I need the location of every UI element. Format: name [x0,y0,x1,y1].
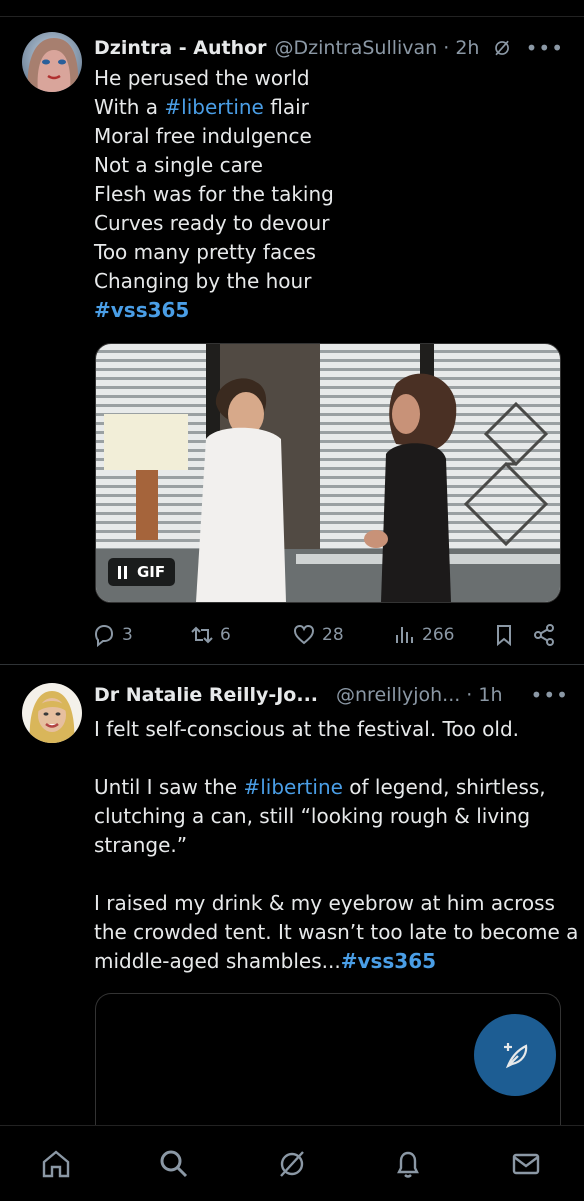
tweet-line: Too many pretty faces [94,240,316,264]
more-options-icon[interactable]: ••• [526,36,564,60]
author-handle[interactable]: @DzintraSullivan [275,37,438,59]
views-icon [396,627,413,643]
tweet-line: clutching a can, still “looking rough & … [94,804,531,828]
tweet-line: I raised my drink & my eyebrow at him ac… [94,891,555,915]
tweet[interactable]: Dzintra - Author @DzintraSullivan · 2h •… [0,28,584,665]
heart-icon [293,624,315,645]
repost-icon [191,626,213,644]
tweet-text: I felt self-conscious at the festival. T… [94,715,579,976]
tweet-text: He perused the world With a #libertine f… [94,64,564,325]
tweet-line: He perused the world [94,66,310,90]
tweet-line: Changing by the hour [94,269,312,293]
hashtag-link[interactable]: #libertine [164,95,263,119]
avatar[interactable] [22,683,82,743]
notifications-icon[interactable] [392,1148,424,1180]
author-handle[interactable]: @nreillyjoh... [336,684,460,706]
search-icon[interactable] [158,1148,190,1180]
pause-icon [118,565,127,579]
views-count: 266 [422,625,455,645]
hashtag-link[interactable]: #vss365 [94,298,189,322]
grok-icon[interactable] [276,1148,308,1180]
more-options-icon[interactable]: ••• [531,683,569,707]
like-button[interactable]: 28 [292,622,344,648]
tweet-header: Dzintra - Author @DzintraSullivan · 2h •… [94,33,564,63]
tweet-line: the crowded tent. It wasn’t too late to … [94,920,579,944]
tweet-time[interactable]: · 1h [466,684,502,706]
tweet-line: #vss365 [94,296,564,325]
repost-count: 6 [220,625,231,645]
author-name[interactable]: Dr Natalie Reilly-Jo... [94,684,318,706]
tweet-line: middle-aged shambles...#vss365 [94,949,437,973]
avatar[interactable] [22,32,82,92]
tweet-line: Not a single care [94,153,263,177]
tweet-line: Moral free indulgence [94,124,312,148]
compose-icon [504,1043,528,1069]
grok-icon[interactable] [493,37,511,59]
tweet-line: Until I saw the #libertine of legend, sh… [94,775,546,799]
messages-icon[interactable] [510,1148,542,1180]
like-count: 28 [322,625,344,645]
hashtag-link[interactable]: #vss365 [341,949,436,973]
bookmark-icon [497,625,511,647]
repost-button[interactable]: 6 [190,622,231,648]
tweet-actions: 3 6 28 266 [92,622,562,648]
compose-button[interactable] [474,1014,556,1096]
tweet-line: With a #libertine flair [94,95,309,119]
reply-icon [94,624,114,647]
hashtag-link[interactable]: #libertine [243,775,342,799]
tweet-time[interactable]: · 2h [443,37,479,59]
views-button[interactable]: 266 [392,622,454,648]
gif-badge[interactable]: GIF [108,558,176,586]
share-icon [534,624,554,646]
tweet-line: strange.” [94,833,188,857]
share-button[interactable] [532,622,562,648]
gif-media[interactable]: GIF [95,343,561,603]
tweet-header: Dr Natalie Reilly-Jo... @nreillyjoh... ·… [94,680,568,710]
top-divider [0,0,584,17]
author-name[interactable]: Dzintra - Author [94,37,267,59]
tweet-line: I felt self-conscious at the festival. T… [94,717,520,741]
gif-label: GIF [137,563,166,581]
home-icon[interactable] [40,1148,72,1180]
reply-count: 3 [122,625,133,645]
reply-button[interactable]: 3 [92,622,133,648]
bookmark-button[interactable] [492,622,522,648]
bottom-navigation [0,1125,584,1201]
tweet-line: Flesh was for the taking [94,182,334,206]
tweet-line: Curves ready to devour [94,211,330,235]
